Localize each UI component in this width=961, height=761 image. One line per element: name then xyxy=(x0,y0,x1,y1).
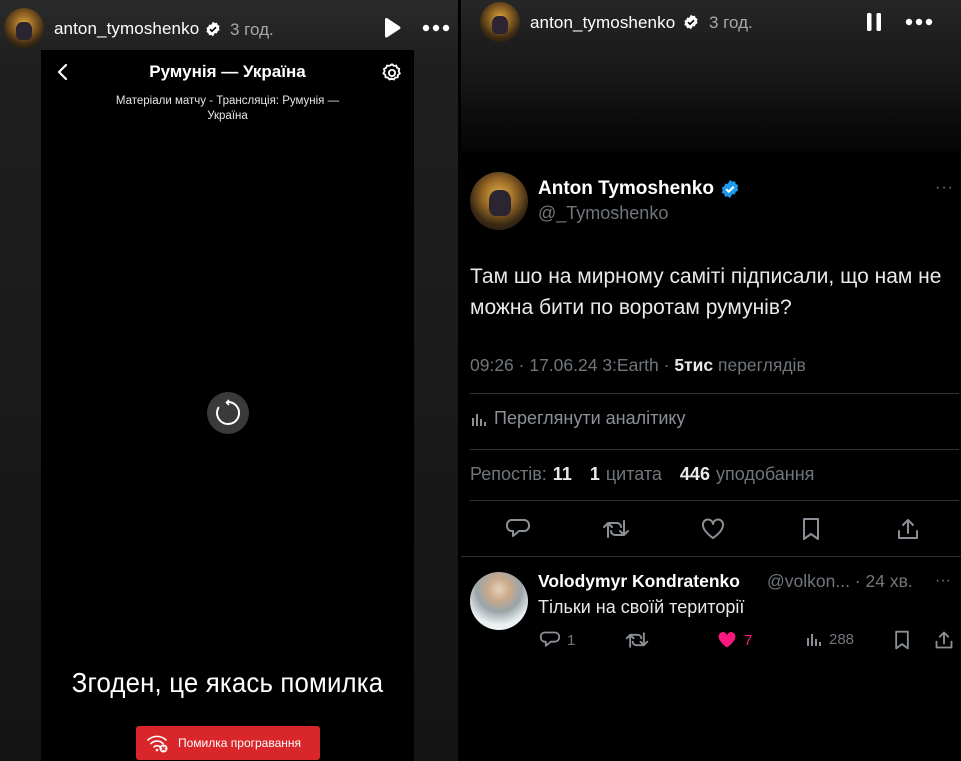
story-header: anton_tymoshenko 3 год. xyxy=(0,0,458,56)
tweet-meta: 09:26 · 17.06.24 3:Earth · 5тис перегляд… xyxy=(470,355,806,376)
heart-filled-icon xyxy=(718,632,736,648)
view-analytics-link[interactable]: Переглянути аналітику xyxy=(470,408,685,429)
analytics-icon xyxy=(472,413,486,426)
playback-error-label: Помилка програвання xyxy=(178,736,302,750)
reply-like-button[interactable]: 7 xyxy=(716,630,752,650)
share-icon[interactable] xyxy=(893,514,923,544)
match-subtitle: Матеріали матчу - Трансляція: Румунія — … xyxy=(115,95,340,122)
right-story: anton_tymoshenko 3 год. Anton Tymoshenko… xyxy=(461,0,961,761)
reply-icon[interactable] xyxy=(503,514,533,544)
reply-views-button[interactable]: 288 xyxy=(805,630,854,648)
loading-spinner-icon xyxy=(207,392,249,434)
reply-like-count: 7 xyxy=(744,631,753,649)
bookmark-icon[interactable] xyxy=(796,514,826,544)
story-time: 3 год. xyxy=(709,13,753,32)
left-story: anton_tymoshenko 3 год. Румунія — Україн… xyxy=(0,0,458,761)
video-player-screen: Румунія — Україна Матеріали матчу - Тран… xyxy=(41,50,414,761)
story-time: 3 год. xyxy=(230,20,274,39)
pause-icon[interactable] xyxy=(862,10,886,34)
story-username[interactable]: anton_tymoshenko xyxy=(54,19,199,39)
repost-icon[interactable] xyxy=(601,514,631,544)
likes-label[interactable]: уподобання xyxy=(716,464,814,485)
reply-author-name[interactable]: Volodymyr Kondratenko xyxy=(538,571,740,592)
play-icon[interactable] xyxy=(380,16,404,40)
tweet-timestamp: 09:26 · 17.06.24 3:Earth · xyxy=(470,355,675,375)
divider xyxy=(470,500,959,501)
tweet-author-handle[interactable]: @_Tymoshenko xyxy=(538,203,668,224)
story-avatar[interactable] xyxy=(480,2,520,42)
match-title: Румунія — Україна xyxy=(149,62,306,81)
analytics-icon xyxy=(807,634,821,646)
reposts-label: Репостів: xyxy=(470,464,547,484)
tweet-stats: Репостів: 11 1 цитата 446 уподобання xyxy=(470,464,814,485)
story-avatar[interactable] xyxy=(4,8,44,48)
view-analytics-label: Переглянути аналітику xyxy=(494,408,686,428)
quotes-count[interactable]: 1 xyxy=(590,464,600,485)
story-header: anton_tymoshenko 3 год. xyxy=(461,0,961,56)
more-icon[interactable] xyxy=(904,12,934,32)
divider xyxy=(461,556,961,557)
reposts-count[interactable]: 11 xyxy=(553,464,572,485)
reply-views-count: 288 xyxy=(829,630,855,648)
tweet-author-avatar[interactable] xyxy=(470,172,528,230)
tweet-views-label: переглядів xyxy=(717,355,806,375)
divider xyxy=(470,449,959,450)
divider xyxy=(470,393,959,394)
like-icon[interactable] xyxy=(698,514,728,544)
gear-icon[interactable] xyxy=(381,62,403,84)
reply-more-icon[interactable]: ··· xyxy=(935,572,951,590)
tweet-author-name[interactable]: Anton Tymoshenko xyxy=(538,178,714,200)
reply-text: Тільки на своїй території xyxy=(538,597,745,617)
verified-badge-icon xyxy=(721,179,739,199)
reply-reply-count: 1 xyxy=(567,631,576,649)
verified-icon xyxy=(206,21,220,37)
reply-share-icon[interactable] xyxy=(934,630,954,650)
repost-icon xyxy=(625,632,649,648)
playback-error-button[interactable]: Помилка програвання xyxy=(136,726,320,760)
verified-icon xyxy=(684,14,698,30)
tweet-screenshot: Anton Tymoshenko @_Tymoshenko ··· Там шо… xyxy=(461,152,961,761)
more-icon[interactable] xyxy=(421,18,451,38)
tweet-text: Там шо на мирному саміті підписали, що н… xyxy=(470,265,942,319)
reply-author-avatar[interactable] xyxy=(470,572,528,630)
no-wifi-icon xyxy=(147,735,168,753)
reply-icon xyxy=(539,631,561,647)
reply-author-handle[interactable]: @volkon... · 24 хв. xyxy=(767,571,913,592)
story-username[interactable]: anton_tymoshenko xyxy=(530,13,675,33)
quotes-label[interactable]: цитата xyxy=(606,464,662,485)
likes-count[interactable]: 446 xyxy=(680,464,710,485)
reply-bookmark-icon[interactable] xyxy=(893,630,911,650)
story-caption: Згоден, це якась помилка xyxy=(71,667,384,698)
tweet-more-icon[interactable]: ··· xyxy=(935,179,954,197)
tweet-views-count: 5тис xyxy=(674,355,714,375)
reply-repost-button[interactable] xyxy=(625,630,649,650)
reply-reply-button[interactable]: 1 xyxy=(539,630,575,650)
